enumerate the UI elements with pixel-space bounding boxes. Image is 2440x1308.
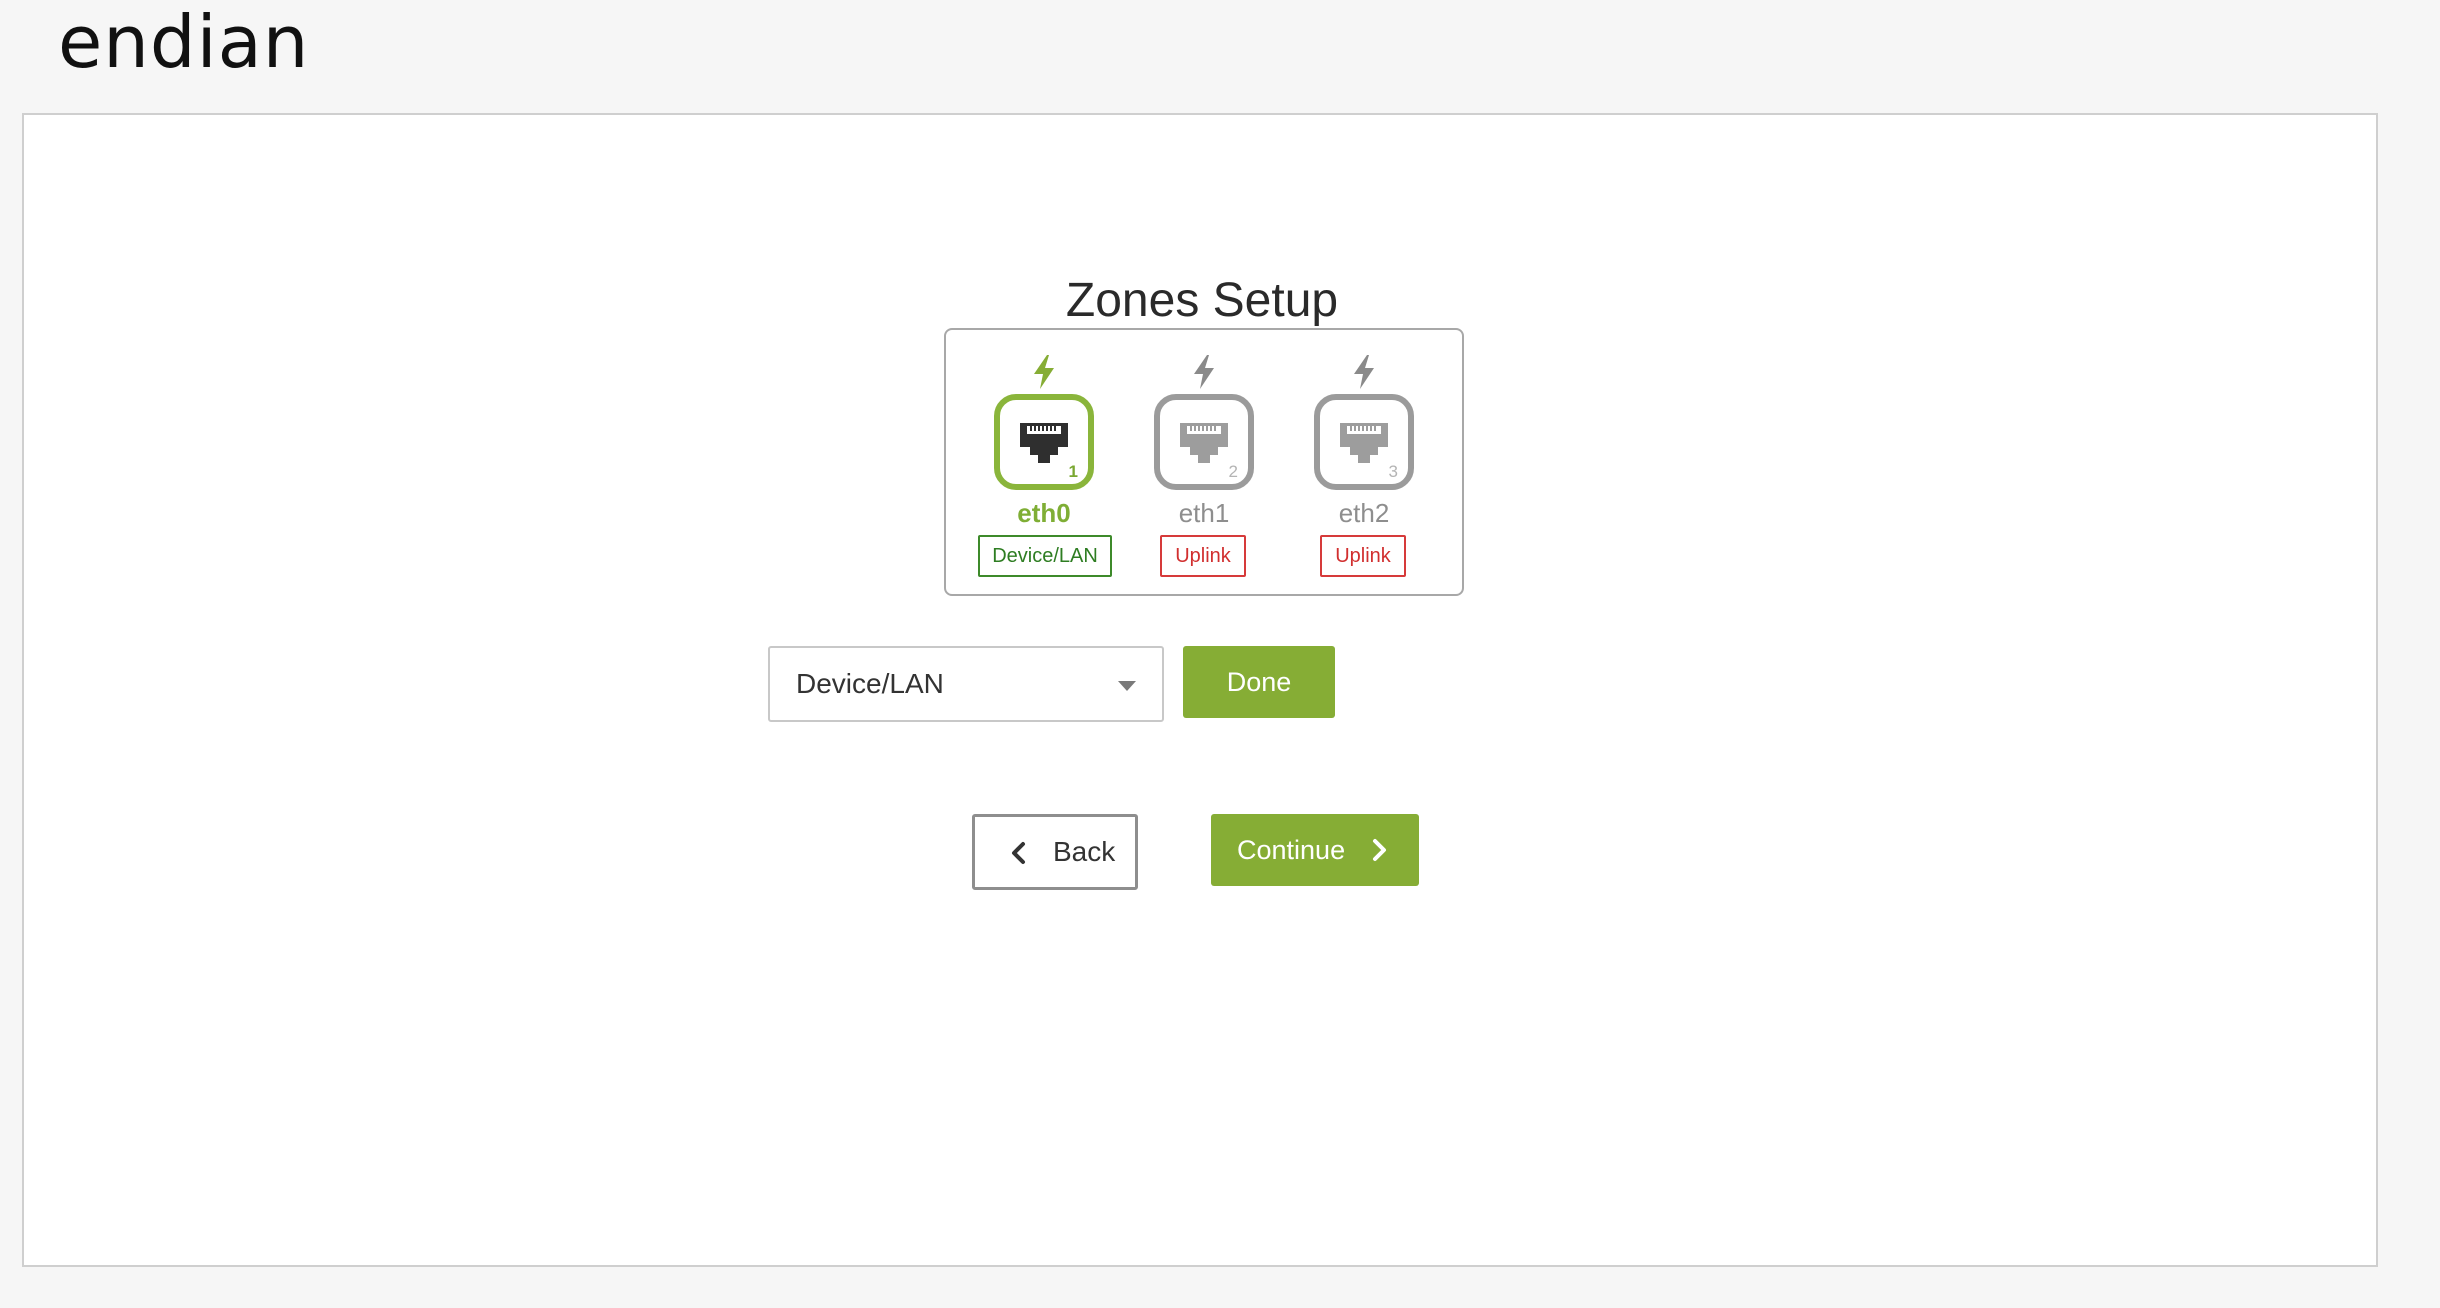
port-name: eth1: [1178, 498, 1230, 528]
port-name: eth0: [1017, 498, 1071, 528]
setup-panel: Zones Setup Assign ports to zones.: [22, 113, 2378, 1267]
ethernet-port-icon[interactable]: 3: [1314, 394, 1414, 490]
lightning-bolt-icon: [1034, 355, 1054, 389]
port-eth0[interactable]: 1 eth0 Device/LAN: [964, 330, 1124, 598]
port-name: eth2: [1338, 498, 1390, 528]
back-button-label: Back: [1053, 836, 1116, 867]
port-number: 2: [1228, 462, 1238, 481]
zone-select[interactable]: Device/LAN: [768, 646, 1164, 722]
lightning-bolt-icon: [1194, 355, 1214, 389]
ethernet-port-icon[interactable]: 2: [1154, 394, 1254, 490]
lightning-bolt-icon: [1354, 355, 1374, 389]
zone-select-value: Device/LAN: [796, 668, 944, 699]
ethernet-port-icon[interactable]: 1: [994, 394, 1094, 490]
chevron-right-icon: [1373, 839, 1386, 861]
port-eth2[interactable]: 3 eth2 Uplink: [1284, 330, 1444, 598]
back-button[interactable]: Back: [972, 814, 1138, 890]
chevron-left-icon: [1012, 842, 1025, 864]
continue-button[interactable]: Continue: [1211, 814, 1419, 886]
page-title: Zones Setup: [1065, 274, 1339, 327]
done-button[interactable]: Done: [1183, 646, 1335, 718]
zone-badge-uplink[interactable]: Uplink: [1160, 535, 1246, 577]
caret-down-icon: [1118, 681, 1136, 691]
endian-logo: endian: [58, 0, 310, 84]
continue-button-label: Continue: [1237, 835, 1346, 865]
ports-panel: 1 eth0 Device/LAN 2 eth1 Uplink 3 eth2 U…: [944, 328, 1464, 596]
zone-badge-lan[interactable]: Device/LAN: [978, 535, 1112, 577]
port-number: 1: [1068, 462, 1078, 481]
port-number: 3: [1388, 462, 1398, 481]
port-eth1[interactable]: 2 eth1 Uplink: [1124, 330, 1284, 598]
zone-badge-uplink[interactable]: Uplink: [1320, 535, 1406, 577]
